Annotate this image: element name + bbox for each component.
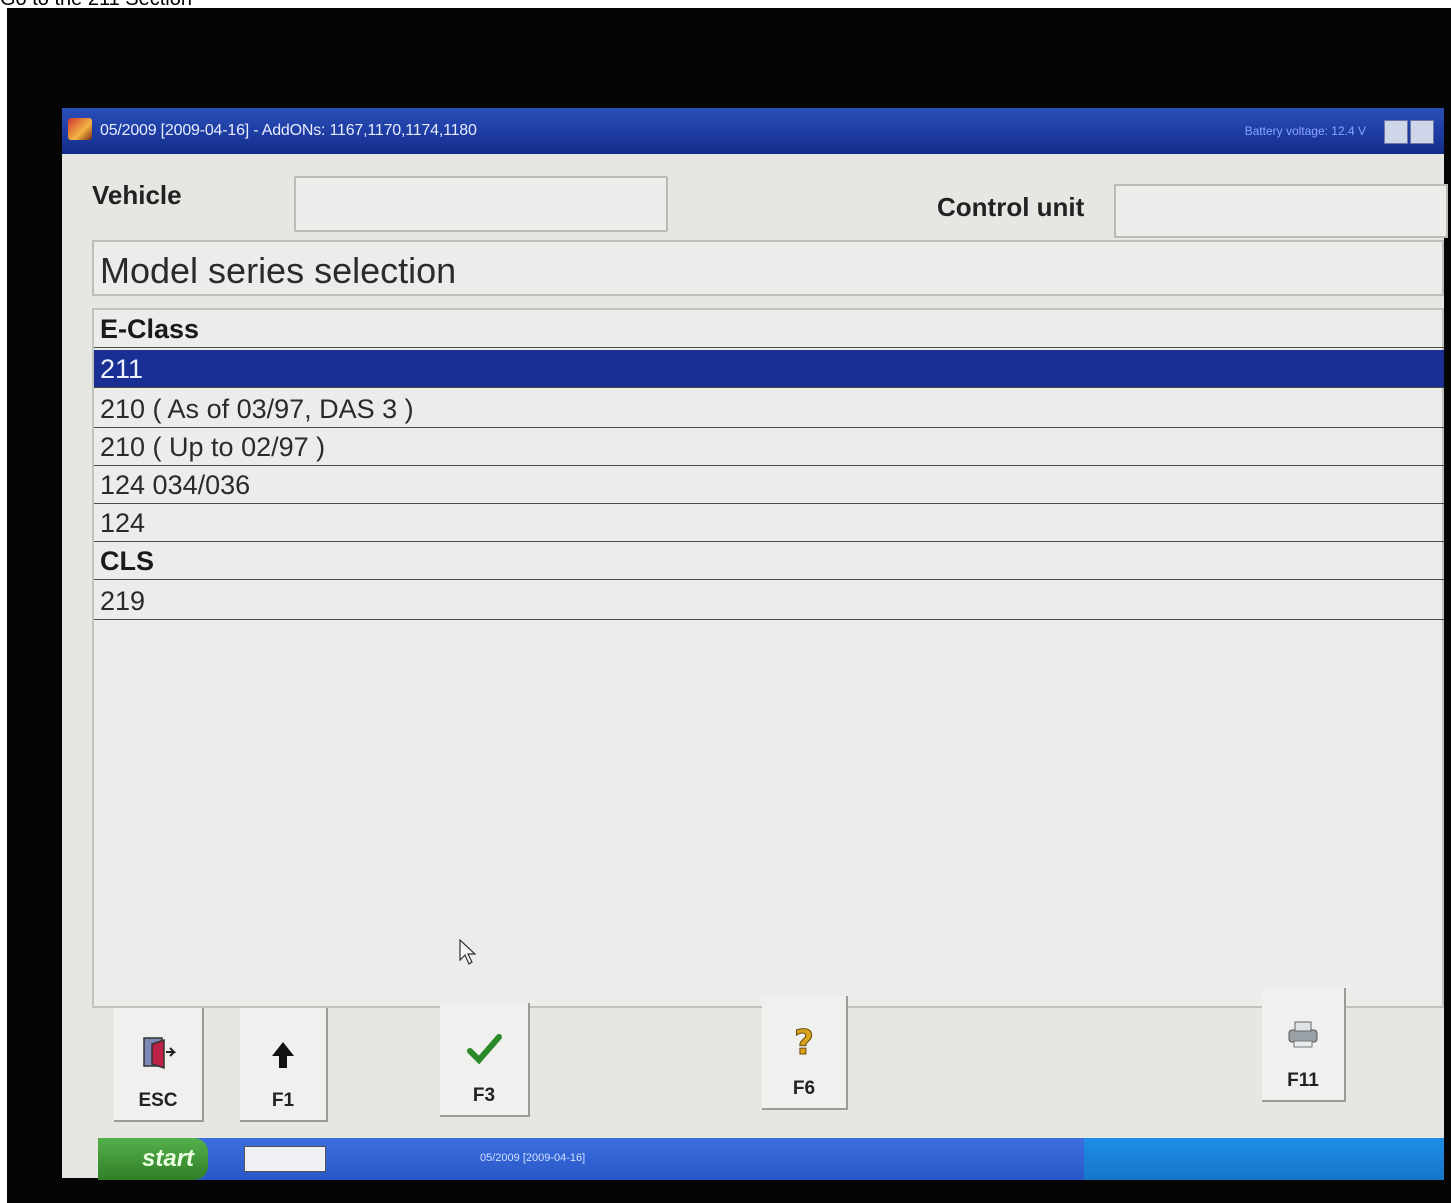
- f11-label: F11: [1287, 1070, 1319, 1091]
- minimize-button[interactable]: [1384, 120, 1408, 144]
- exit-door-icon: [143, 1037, 177, 1070]
- printer-icon: [1288, 1021, 1318, 1048]
- section-title-text: Model series selection: [100, 250, 457, 291]
- list-item[interactable]: 211: [94, 350, 1444, 388]
- vehicle-label: Vehicle: [92, 180, 182, 210]
- list-item[interactable]: 219: [94, 582, 1444, 620]
- app-icon: [68, 118, 92, 140]
- caption-text: Go to the 211 Section: [0, 0, 192, 10]
- help-question-icon: ?: [794, 1023, 815, 1063]
- system-tray[interactable]: [1084, 1138, 1444, 1180]
- up-arrow-icon: [272, 1042, 294, 1068]
- checkmark-icon: [467, 1034, 502, 1065]
- list-item[interactable]: 210 ( As of 03/97, DAS 3 ): [94, 390, 1444, 428]
- list-item[interactable]: 124: [94, 504, 1444, 542]
- window-titlebar[interactable]: 05/2009 [2009-04-16] - AddONs: 1167,1170…: [62, 108, 1444, 154]
- esc-label: ESC: [138, 1090, 178, 1111]
- model-series-list[interactable]: E-Class 211 210 ( As of 03/97, DAS 3 ) 210 …: [92, 308, 1444, 1008]
- control-unit-field: [1114, 184, 1448, 238]
- maximize-button[interactable]: [1410, 120, 1434, 144]
- svg-text:?: ?: [794, 1023, 814, 1062]
- list-group-header: E-Class: [94, 310, 1444, 348]
- f11-button[interactable]: F11: [1262, 988, 1346, 1102]
- mouse-pointer-icon: [459, 938, 477, 965]
- esc-button[interactable]: ESC: [114, 1008, 204, 1122]
- battery-voltage: Battery voltage: 12.4 V: [1244, 124, 1366, 138]
- f6-label: F6: [792, 1078, 816, 1099]
- f3-button[interactable]: F3: [440, 1003, 530, 1117]
- windows-taskbar: start 05/2009 [2009-04-16]: [98, 1138, 1444, 1180]
- f1-label: F1: [271, 1090, 295, 1111]
- f6-button[interactable]: ? F6: [762, 996, 848, 1110]
- taskbar-window-item[interactable]: 05/2009 [2009-04-16]: [448, 1146, 650, 1170]
- list-group-header: CLS: [94, 542, 1444, 580]
- f3-label: F3: [472, 1085, 496, 1106]
- start-button[interactable]: start: [98, 1138, 208, 1180]
- das-window: 05/2009 [2009-04-16] - AddONs: 1167,1170…: [62, 108, 1448, 1178]
- section-title: Model series selection: [92, 240, 1444, 296]
- keyboard-icon[interactable]: [244, 1146, 326, 1172]
- vehicle-field: [294, 176, 668, 232]
- list-item[interactable]: 124 034/036: [94, 466, 1444, 504]
- list-item[interactable]: 210 ( Up to 02/97 ): [94, 428, 1444, 466]
- f1-button[interactable]: F1: [240, 1008, 328, 1122]
- window-title: 05/2009 [2009-04-16] - AddONs: 1167,1170…: [100, 122, 477, 139]
- control-unit-label: Control unit: [937, 192, 1085, 222]
